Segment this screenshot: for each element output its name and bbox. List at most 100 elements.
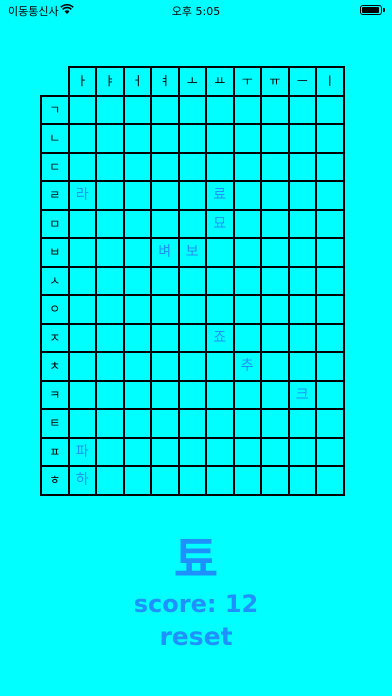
grid-cell[interactable] xyxy=(260,436,290,467)
grid-cell[interactable] xyxy=(150,436,180,467)
grid-cell[interactable] xyxy=(260,94,290,125)
grid-cell[interactable] xyxy=(122,123,152,154)
grid-cell[interactable]: 크 xyxy=(287,379,317,410)
grid-cell[interactable]: 보 xyxy=(177,237,207,268)
grid-cell[interactable] xyxy=(95,465,125,496)
grid-cell[interactable] xyxy=(95,294,125,325)
grid-cell[interactable] xyxy=(67,265,97,296)
grid-cell[interactable] xyxy=(232,123,262,154)
grid-cell[interactable] xyxy=(150,180,180,211)
grid-cell[interactable] xyxy=(315,379,345,410)
grid-cell[interactable] xyxy=(67,94,97,125)
grid-cell[interactable] xyxy=(260,465,290,496)
grid-cell[interactable] xyxy=(260,237,290,268)
grid-cell[interactable] xyxy=(150,322,180,353)
grid-cell[interactable] xyxy=(260,294,290,325)
grid-cell[interactable] xyxy=(205,237,235,268)
grid-cell[interactable] xyxy=(287,351,317,382)
grid-cell[interactable] xyxy=(122,465,152,496)
grid-cell[interactable] xyxy=(67,351,97,382)
grid-cell[interactable] xyxy=(95,436,125,467)
grid-cell[interactable] xyxy=(315,123,345,154)
grid-cell[interactable] xyxy=(205,265,235,296)
grid-cell[interactable] xyxy=(232,294,262,325)
grid-cell[interactable] xyxy=(232,408,262,439)
grid-cell[interactable] xyxy=(315,322,345,353)
grid-cell[interactable] xyxy=(205,94,235,125)
grid-cell[interactable] xyxy=(315,265,345,296)
grid-cell[interactable] xyxy=(287,208,317,239)
grid-cell[interactable] xyxy=(205,436,235,467)
grid-cell[interactable] xyxy=(232,436,262,467)
grid-cell[interactable] xyxy=(67,208,97,239)
grid-cell[interactable] xyxy=(122,408,152,439)
grid-cell[interactable] xyxy=(287,436,317,467)
grid-cell[interactable] xyxy=(287,237,317,268)
grid-cell[interactable] xyxy=(122,208,152,239)
grid-cell[interactable] xyxy=(315,180,345,211)
grid-cell[interactable] xyxy=(95,379,125,410)
grid-cell[interactable] xyxy=(287,294,317,325)
grid-cell[interactable] xyxy=(232,322,262,353)
grid-cell[interactable] xyxy=(315,208,345,239)
reset-button[interactable]: reset xyxy=(0,622,392,651)
grid-cell[interactable] xyxy=(287,151,317,182)
grid-cell[interactable] xyxy=(122,379,152,410)
grid-cell[interactable] xyxy=(95,151,125,182)
grid-cell[interactable] xyxy=(232,151,262,182)
grid-cell[interactable] xyxy=(67,294,97,325)
grid-cell[interactable] xyxy=(260,151,290,182)
grid-cell[interactable] xyxy=(122,94,152,125)
grid-cell[interactable] xyxy=(177,379,207,410)
grid-cell[interactable] xyxy=(205,151,235,182)
grid-cell[interactable] xyxy=(260,123,290,154)
grid-cell[interactable] xyxy=(287,180,317,211)
grid-cell[interactable] xyxy=(205,408,235,439)
grid-cell[interactable]: 묘 xyxy=(205,208,235,239)
grid-cell[interactable] xyxy=(95,94,125,125)
grid-cell[interactable]: 파 xyxy=(67,436,97,467)
grid-cell[interactable]: 하 xyxy=(67,465,97,496)
grid-cell[interactable] xyxy=(260,180,290,211)
grid-cell[interactable] xyxy=(95,123,125,154)
grid-cell[interactable] xyxy=(315,436,345,467)
grid-cell[interactable] xyxy=(177,265,207,296)
grid-cell[interactable] xyxy=(287,265,317,296)
grid-cell[interactable] xyxy=(150,208,180,239)
grid-cell[interactable] xyxy=(315,465,345,496)
grid-cell[interactable] xyxy=(177,436,207,467)
grid-cell[interactable] xyxy=(122,151,152,182)
grid-cell[interactable] xyxy=(177,322,207,353)
grid-cell[interactable]: 추 xyxy=(232,351,262,382)
grid-cell[interactable] xyxy=(150,379,180,410)
grid-cell[interactable] xyxy=(232,237,262,268)
grid-cell[interactable] xyxy=(150,294,180,325)
grid-cell[interactable] xyxy=(232,379,262,410)
grid-cell[interactable] xyxy=(177,94,207,125)
grid-cell[interactable] xyxy=(177,351,207,382)
grid-cell[interactable] xyxy=(95,351,125,382)
grid-cell[interactable] xyxy=(95,237,125,268)
grid-cell[interactable]: 라 xyxy=(67,180,97,211)
grid-cell[interactable] xyxy=(67,151,97,182)
grid-cell[interactable] xyxy=(315,237,345,268)
grid-cell[interactable] xyxy=(67,322,97,353)
grid-cell[interactable] xyxy=(315,151,345,182)
grid-cell[interactable] xyxy=(150,265,180,296)
grid-cell[interactable] xyxy=(150,123,180,154)
grid-cell[interactable] xyxy=(315,94,345,125)
grid-cell[interactable] xyxy=(205,351,235,382)
grid-cell[interactable] xyxy=(177,208,207,239)
grid-cell[interactable] xyxy=(205,294,235,325)
grid-cell[interactable] xyxy=(287,465,317,496)
grid-cell[interactable] xyxy=(122,351,152,382)
grid-cell[interactable] xyxy=(260,265,290,296)
grid-cell[interactable] xyxy=(287,408,317,439)
grid-cell[interactable]: 료 xyxy=(205,180,235,211)
grid-cell[interactable] xyxy=(150,151,180,182)
grid-cell[interactable] xyxy=(122,237,152,268)
grid-cell[interactable] xyxy=(177,294,207,325)
grid-cell[interactable] xyxy=(205,379,235,410)
grid-cell[interactable] xyxy=(260,351,290,382)
grid-cell[interactable] xyxy=(260,208,290,239)
